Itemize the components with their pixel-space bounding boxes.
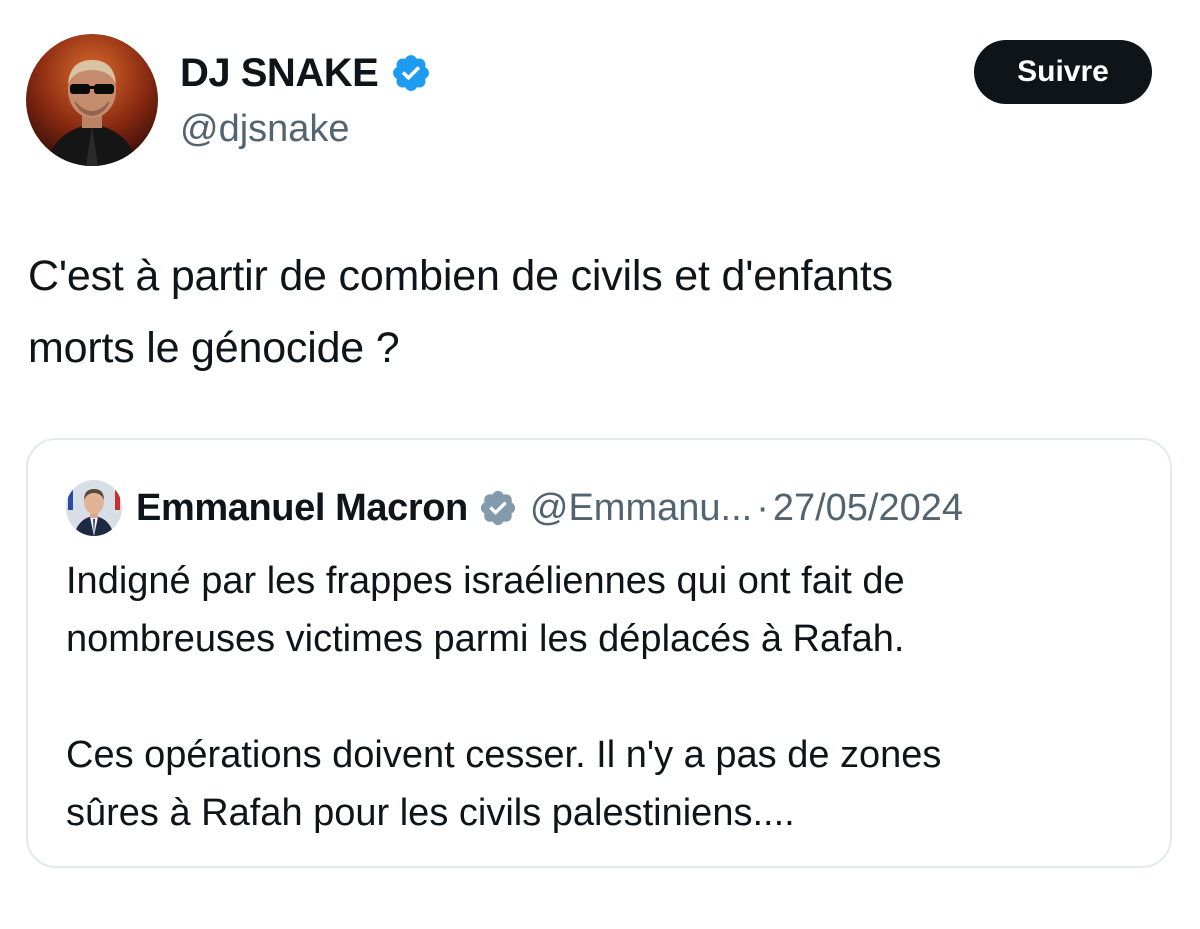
- quoted-tweet-text: Indigné par les frappes israéliennes qui…: [66, 560, 942, 834]
- author-display-name[interactable]: DJ SNAKE: [180, 51, 379, 96]
- header-separator: ·: [756, 486, 769, 529]
- quoted-author-handle[interactable]: @Emmanu...: [530, 487, 752, 530]
- quoted-author-avatar[interactable]: [66, 480, 122, 536]
- follow-button[interactable]: Suivre: [974, 40, 1152, 104]
- quoted-author-display-name[interactable]: Emmanuel Macron: [136, 487, 468, 530]
- author-handle[interactable]: @djsnake: [180, 108, 350, 151]
- quoted-tweet-date[interactable]: 27/05/2024: [773, 487, 963, 530]
- author-name-row[interactable]: DJ SNAKE: [180, 48, 432, 98]
- verified-badge-icon: [393, 55, 430, 91]
- author-avatar[interactable]: [26, 34, 158, 166]
- tweet-text: C'est à partir de combien de civils et d…: [28, 252, 893, 372]
- verified-government-badge-icon: [480, 490, 515, 526]
- quoted-tweet-header: Emmanuel Macron @Emmanu... · 27/05/2024: [66, 480, 963, 536]
- quoted-tweet-card[interactable]: Emmanuel Macron @Emmanu... · 27/05/2024 …: [26, 438, 1172, 868]
